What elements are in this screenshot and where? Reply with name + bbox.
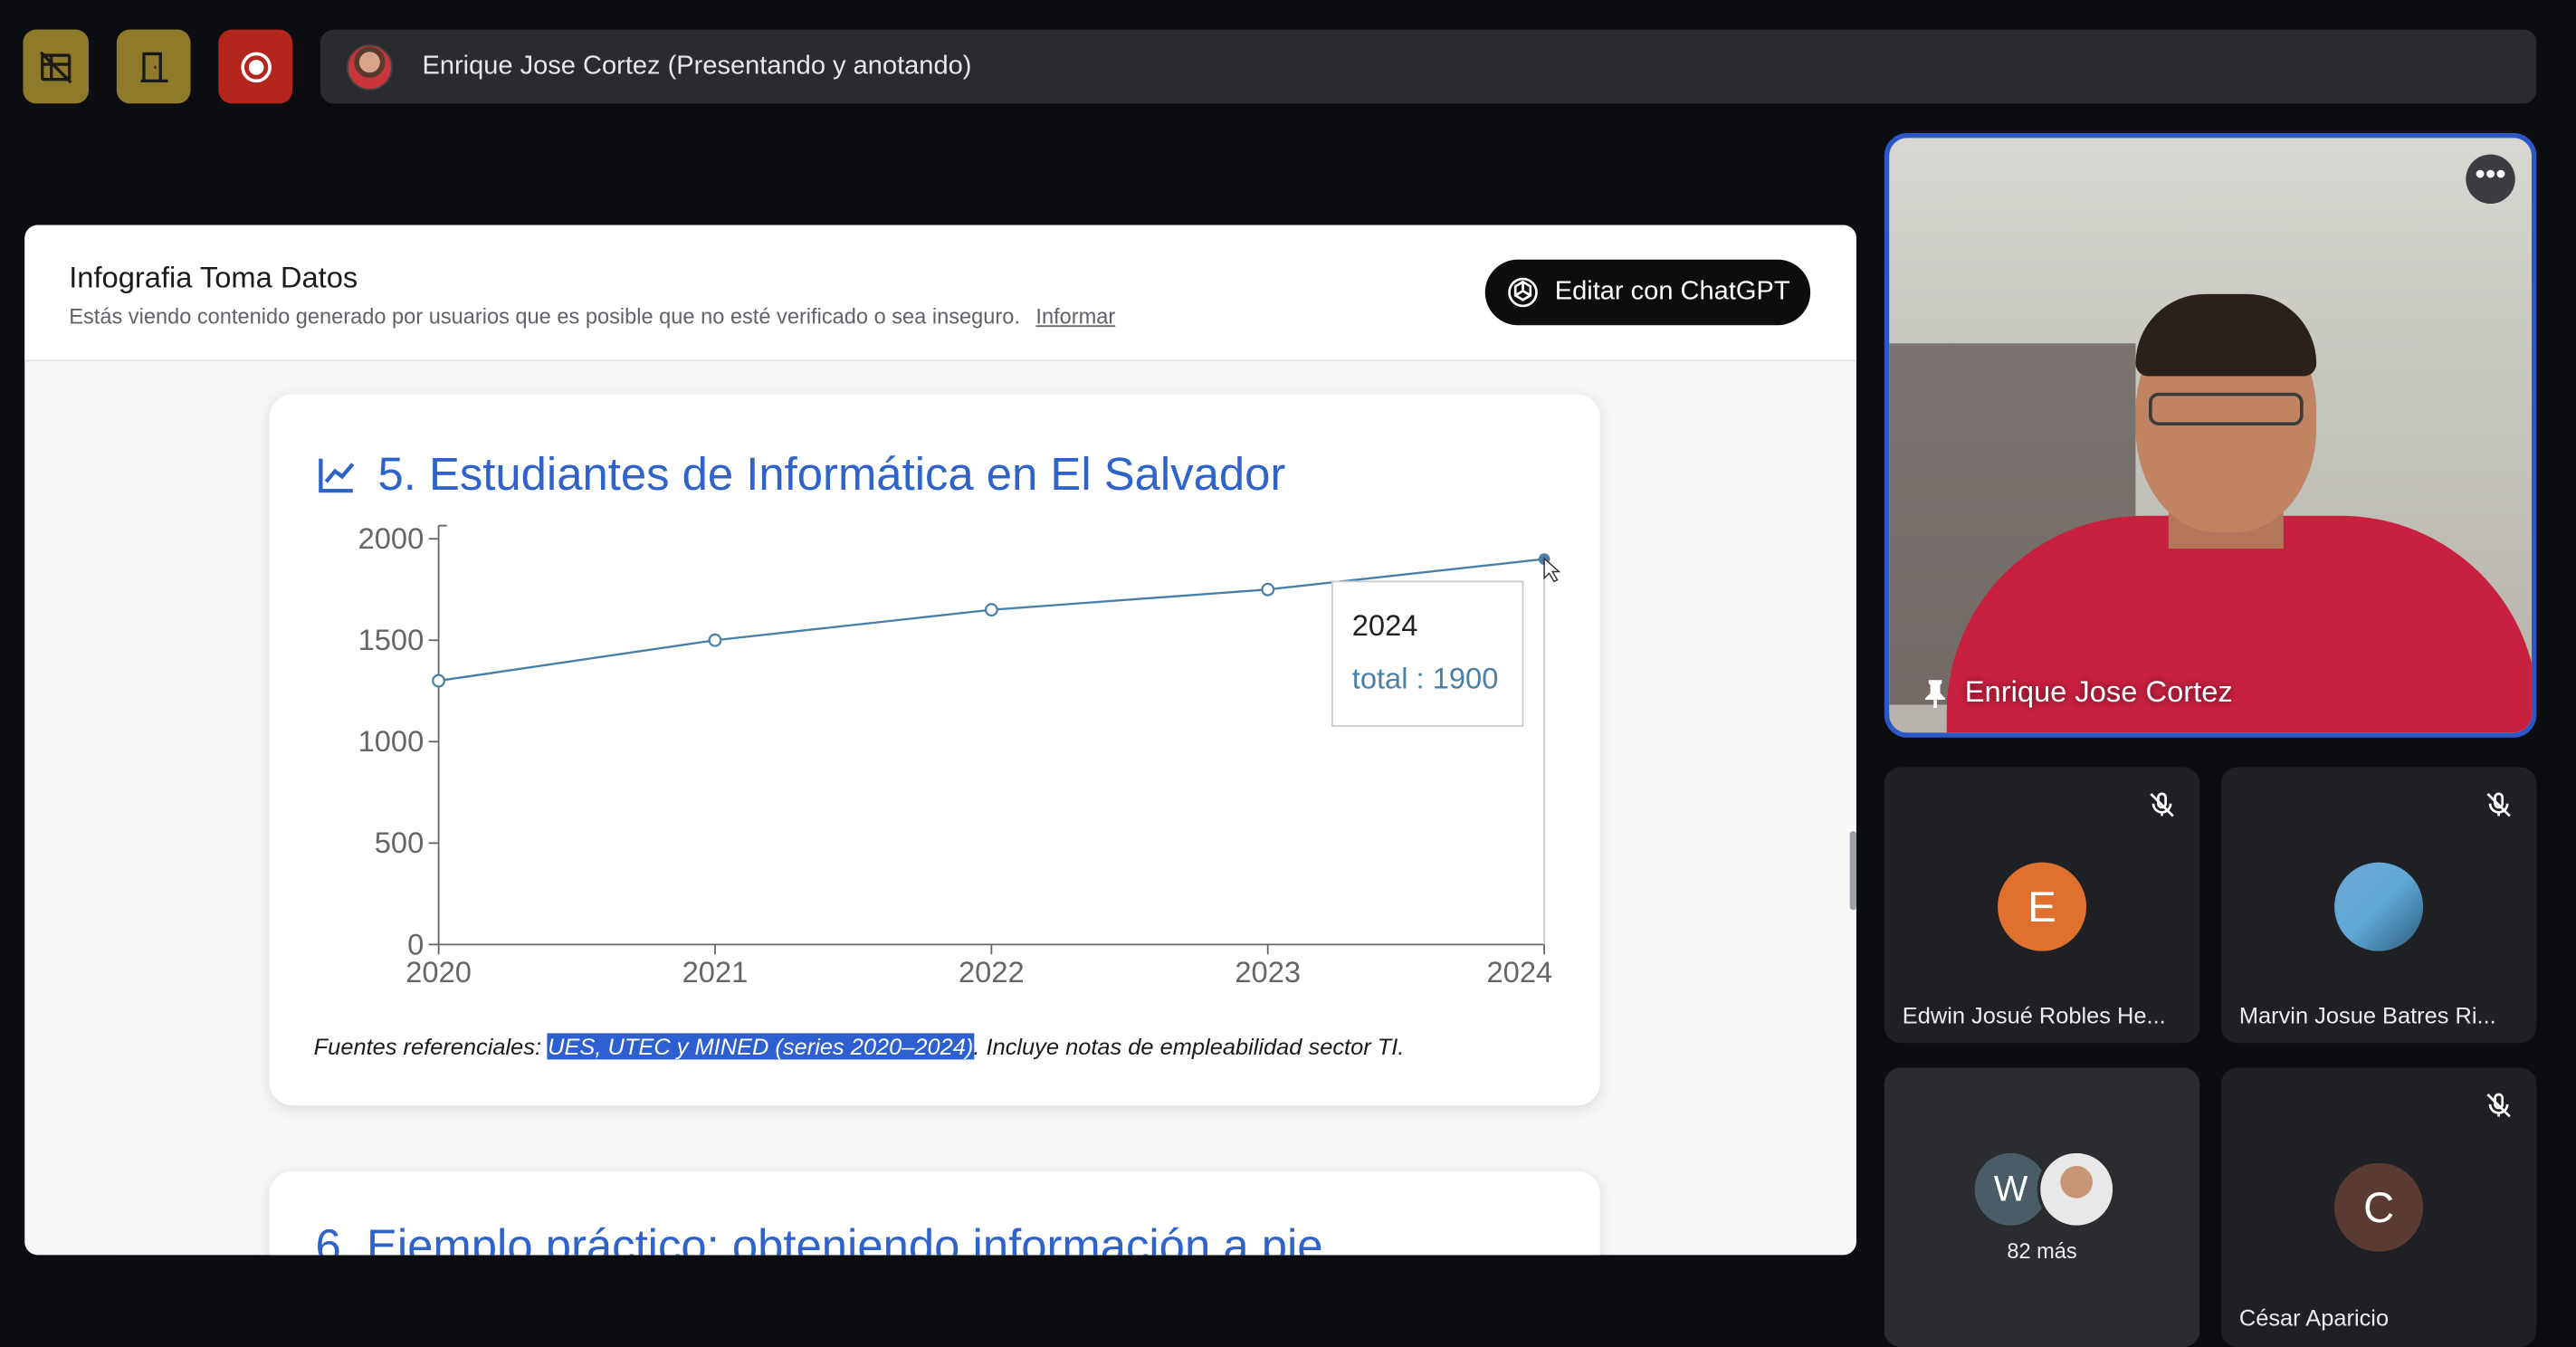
y-tick-label: 2000: [358, 521, 425, 555]
y-tick-label: 1500: [358, 623, 425, 656]
record-icon: [240, 51, 272, 82]
more-participants-tile[interactable]: W 82 más: [1884, 1067, 2200, 1347]
sources-suffix: . Incluye notas de empleabilidad sector …: [973, 1033, 1405, 1060]
line-chart-icon: [319, 458, 355, 493]
participant-name: Marvin Josue Batres Ri...: [2238, 1001, 2496, 1028]
tooltip-title: 2024: [1352, 608, 1418, 642]
panel-title: Infografia Toma Datos: [69, 261, 358, 294]
x-tick-label: 2022: [959, 955, 1025, 989]
more-options-button[interactable]: •••: [2466, 154, 2515, 205]
participant-tile-marvin[interactable]: Marvin Josue Batres Ri...: [2220, 767, 2537, 1044]
students-card: 5. Estudiantes de Informática en El Salv…: [269, 394, 1600, 1106]
sources-highlight: UES, UTEC y MINED (series 2020–2024): [548, 1033, 974, 1060]
openai-icon: [1508, 277, 1539, 308]
door-button[interactable]: [116, 29, 191, 104]
participant-tile-cesar[interactable]: C César Aparicio: [2220, 1067, 2537, 1347]
pin-icon: [1925, 679, 1945, 708]
x-tick-label: 2023: [1235, 955, 1301, 989]
panel-scrollbar[interactable]: [1846, 367, 1856, 1254]
avatar-photo: [2037, 1150, 2116, 1229]
data-point: [1261, 582, 1275, 597]
disclaimer-text: Estás viendo contenido generado por usua…: [69, 303, 1020, 329]
edit-with-chatgpt-button[interactable]: Editar con ChatGPT: [1484, 259, 1811, 326]
mic-off-icon: [2150, 792, 2174, 817]
pinned-video-tile[interactable]: ••• Enrique Jose Cortez: [1884, 132, 2537, 738]
chatgpt-button-label: Editar con ChatGPT: [1554, 277, 1790, 306]
card-title: 6. Ejemplo práctico: obteniendo informac…: [315, 1220, 1323, 1256]
example-card: 6. Ejemplo práctico: obteniendo informac…: [269, 1170, 1600, 1256]
pinned-participant-name: Enrique Jose Cortez: [1922, 675, 2233, 710]
meet-stage: Enrique Jose Cortez (Presentando y anota…: [0, 0, 2576, 1347]
mic-off-icon: [2486, 1093, 2511, 1118]
door-icon: [139, 51, 167, 82]
tooltip-box: [1331, 580, 1524, 727]
presenter-label: Enrique Jose Cortez (Presentando y anota…: [422, 52, 972, 81]
y-tick-label: 1000: [358, 724, 425, 758]
presenter-glasses: [2149, 392, 2304, 425]
layout-off-icon: [39, 50, 72, 83]
sources-prefix: Fuentes referenciales:: [313, 1033, 549, 1060]
presenter-bar[interactable]: Enrique Jose Cortez (Presentando y anota…: [320, 29, 2537, 104]
panel-disclaimer: Estás viendo contenido generado por usua…: [69, 304, 1115, 329]
avatar: E: [1998, 862, 2087, 951]
tooltip-value: total : 1900: [1352, 661, 1499, 694]
x-tick-label: 2020: [405, 955, 472, 989]
participant-name-label: Enrique Jose Cortez: [1964, 674, 2233, 709]
participant-tile-edwin[interactable]: E Edwin Josué Robles He...: [1884, 767, 2200, 1044]
card-title-text: 5. Estudiantes de Informática en El Salv…: [377, 448, 1286, 500]
report-link[interactable]: Informar: [1035, 304, 1115, 329]
avatar-photo: [2334, 862, 2424, 951]
data-point: [708, 633, 722, 647]
data-point: [432, 674, 446, 688]
avatar: C: [2334, 1162, 2424, 1252]
y-tick-label: 500: [375, 826, 425, 859]
sources-note: Fuentes referenciales: UES, UTEC y MINED…: [313, 1033, 1405, 1060]
record-button[interactable]: [218, 29, 293, 104]
presenter-avatar: [346, 43, 393, 90]
mouse-cursor-icon: [1543, 557, 1561, 583]
layout-toggle-button[interactable]: [23, 29, 90, 104]
panel-header: Infografia Toma Datos Estás viendo conte…: [24, 224, 1856, 362]
x-tick-label: 2021: [682, 955, 749, 989]
data-point: [984, 603, 998, 617]
more-participants-count: 82 más: [2007, 1238, 2077, 1264]
mic-off-icon: [2486, 792, 2511, 817]
card-title: 5. Estudiantes de Informática en El Salv…: [315, 448, 1285, 501]
participant-name: César Aparicio: [2238, 1304, 2390, 1331]
scroll-thumb[interactable]: [1849, 831, 1856, 911]
participant-name: Edwin Josué Robles He...: [1902, 1001, 2166, 1028]
students-line-chart: 05001000150020002020 2021 2022 2023 20242024…: [358, 521, 1561, 989]
x-tick-label: 2024: [1487, 955, 1553, 989]
shared-content-panel: Infografia Toma Datos Estás viendo conte…: [24, 224, 1856, 1256]
